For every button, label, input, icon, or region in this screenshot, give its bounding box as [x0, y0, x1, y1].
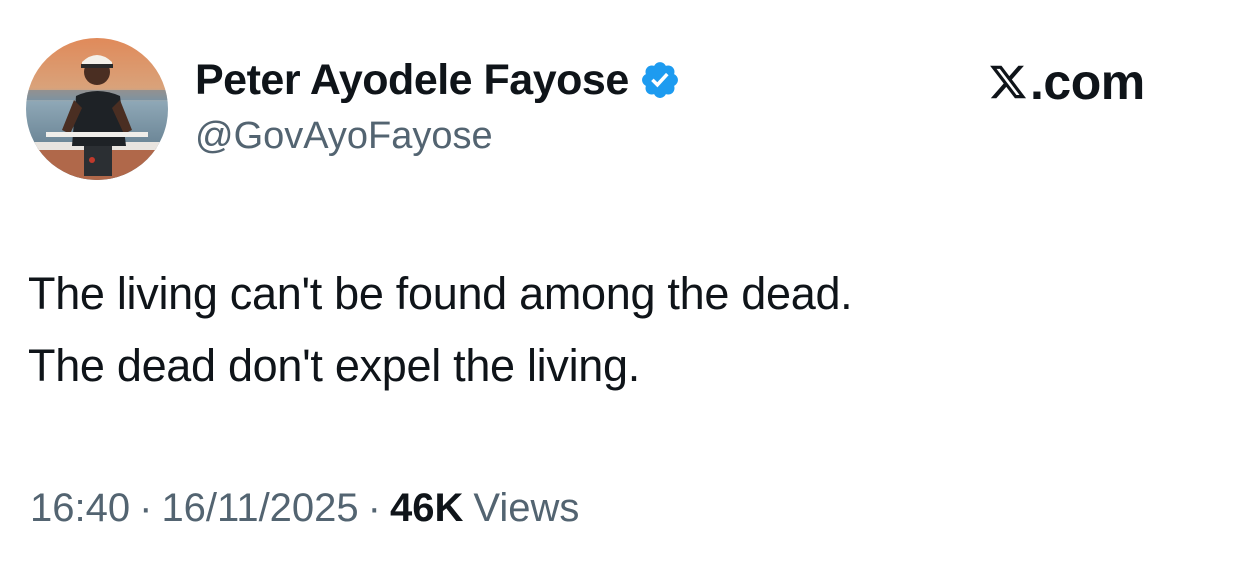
- tweet-card: Peter Ayodele Fayose @GovAyoFayose .com …: [0, 0, 1242, 577]
- brand-logo: .com: [988, 52, 1145, 112]
- views-count: 46K: [390, 485, 464, 530]
- meta-separator: ·: [139, 485, 153, 530]
- views-label: Views: [473, 485, 580, 530]
- tweet-time[interactable]: 16:40: [30, 486, 130, 531]
- avatar[interactable]: [26, 38, 168, 180]
- x-logo-icon: [988, 62, 1028, 102]
- brand-domain: .com: [1030, 54, 1145, 110]
- tweet-date[interactable]: 16/11/2025: [161, 486, 358, 531]
- author-display-name[interactable]: Peter Ayodele Fayose: [195, 56, 629, 105]
- meta-separator: ·: [367, 485, 381, 530]
- tweet-line: The dead don't expel the living.: [28, 340, 640, 391]
- tweet-line: The living can't be found among the dead…: [28, 268, 853, 319]
- author-name-row[interactable]: Peter Ayodele Fayose: [195, 52, 681, 108]
- avatar-photo: [26, 38, 168, 180]
- verified-badge-icon: [639, 59, 681, 101]
- author-handle[interactable]: @GovAyoFayose: [195, 115, 493, 158]
- tweet-meta: 16:40 · 16/11/2025 · 46K Views: [30, 480, 579, 536]
- tweet-text: The living can't be found among the dead…: [28, 258, 1208, 402]
